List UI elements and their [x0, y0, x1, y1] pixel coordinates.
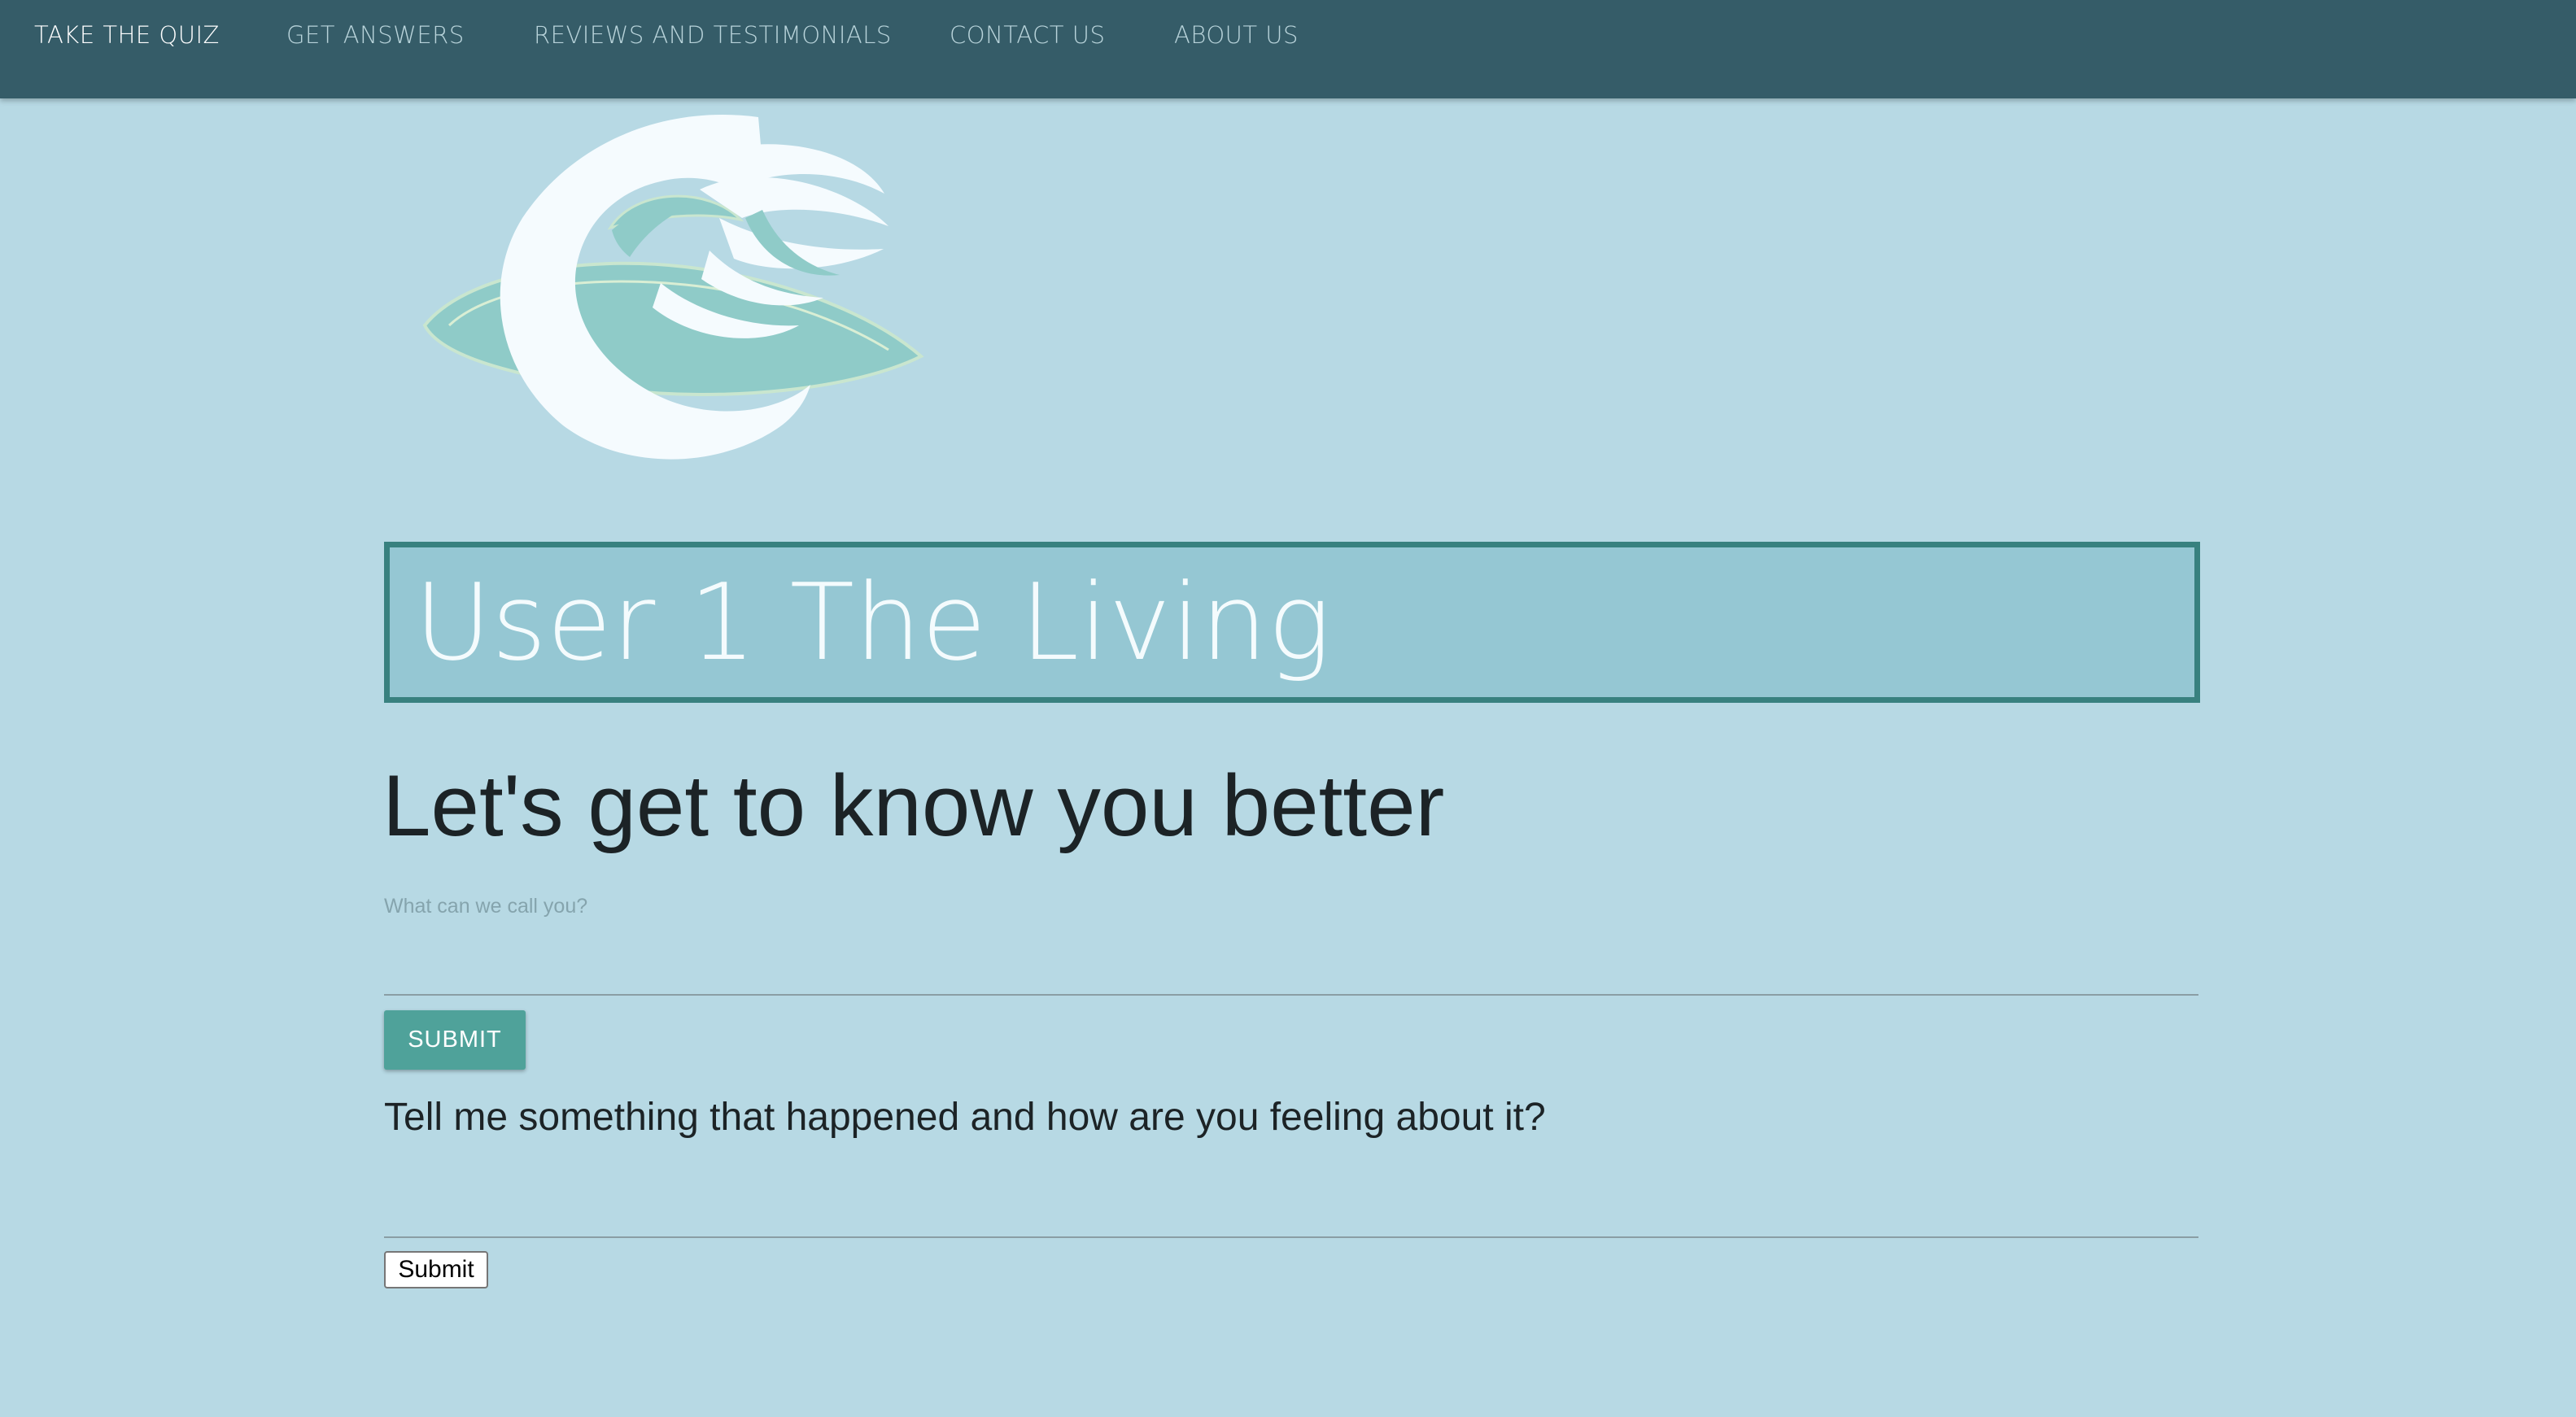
nav-take-the-quiz[interactable]: TAKE THE QUIZ	[34, 21, 220, 49]
story-input[interactable]	[384, 1165, 2198, 1238]
name-field-label: What can we call you?	[384, 895, 588, 918]
page-banner: User 1 The Living	[384, 542, 2200, 703]
section-heading: Let's get to know you better	[382, 756, 1445, 854]
page-title: User 1 The Living	[414, 560, 1331, 684]
nav-about-us[interactable]: ABOUT US	[1174, 21, 1299, 49]
name-submit-button[interactable]: SUBMIT	[384, 1010, 526, 1070]
top-navbar: TAKE THE QUIZ GET ANSWERS REVIEWS AND TE…	[0, 0, 2576, 98]
name-input[interactable]	[384, 927, 2198, 996]
nav-contact-us[interactable]: CONTACT US	[950, 21, 1105, 49]
nav-get-answers[interactable]: GET ANSWERS	[286, 21, 465, 49]
story-submit-button[interactable]: Submit	[384, 1251, 488, 1288]
nav-reviews-and-testimonials[interactable]: REVIEWS AND TESTIMONIALS	[534, 21, 892, 49]
wave-logo-icon	[417, 112, 926, 467]
feeling-question: Tell me something that happened and how …	[384, 1096, 1546, 1139]
